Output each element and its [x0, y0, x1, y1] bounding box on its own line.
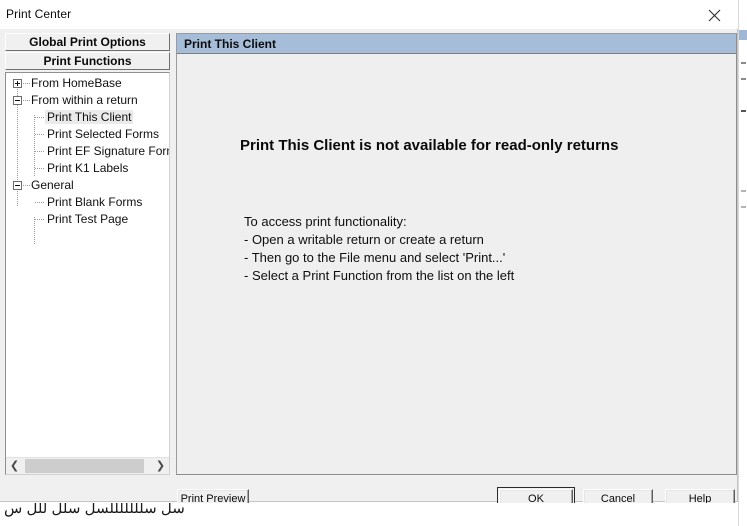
titlebar: Print Center	[0, 0, 738, 29]
close-icon[interactable]	[692, 0, 738, 29]
tree-connector	[35, 117, 44, 118]
instructions-block: To access print functionality: - Open a …	[244, 213, 514, 285]
background-text-line	[741, 78, 746, 80]
scroll-left-arrow-icon[interactable]: ❮	[6, 458, 23, 474]
tree-item-from-within-a-return[interactable]: From within a return	[6, 92, 169, 109]
scrollbar-thumb[interactable]	[25, 459, 144, 473]
tree-connector	[35, 219, 44, 220]
window-title: Print Center	[6, 7, 72, 21]
content-panel-header: Print This Client	[177, 34, 736, 54]
tree-connector	[35, 202, 44, 203]
background-text-line	[741, 206, 746, 208]
tree-horizontal-scrollbar[interactable]: ❮ ❯	[6, 457, 169, 474]
content-panel-body: Print This Client is not available for r…	[177, 55, 736, 474]
global-print-options-button[interactable]: Global Print Options	[5, 33, 170, 51]
background-window-sliver	[738, 0, 747, 526]
instruction-line: - Select a Print Function from the list …	[244, 268, 515, 283]
expander-minus-icon[interactable]	[13, 181, 22, 190]
tree-item-print-blank-forms[interactable]: Print Blank Forms	[6, 194, 169, 211]
background-text-line	[741, 62, 746, 64]
print-functions-panel: Global Print Options Print Functions Fro…	[5, 33, 170, 475]
background-text-line	[741, 190, 746, 192]
tree-item-print-selected-forms[interactable]: Print Selected Forms	[6, 126, 169, 143]
content-panel: Print This Client Print This Client is n…	[176, 33, 737, 475]
expander-plus-icon[interactable]	[13, 79, 22, 88]
instruction-line: - Open a writable return or create a ret…	[244, 232, 484, 247]
tree-item-print-test-page[interactable]: Print Test Page	[6, 211, 169, 228]
content-panel-title: Print This Client	[184, 37, 277, 51]
print-center-dialog: Print Center Global Print Options Print …	[0, 0, 738, 511]
unavailable-headline: Print This Client is not available for r…	[240, 137, 619, 154]
background-text-line	[741, 110, 746, 112]
print-functions-tree[interactable]: From HomeBase From within a return Print…	[5, 72, 170, 475]
scroll-right-arrow-icon[interactable]: ❯	[152, 458, 169, 474]
instruction-line: To access print functionality:	[244, 214, 407, 229]
print-functions-button[interactable]: Print Functions	[5, 52, 170, 70]
background-bottom-text: سل سلللللللسل سلل للل س	[4, 503, 185, 517]
tree-items-container: From HomeBase From within a return Print…	[6, 75, 169, 457]
tree-item-print-this-client[interactable]: Print This Client	[6, 109, 169, 126]
tree-item-general[interactable]: General	[6, 177, 169, 194]
instruction-line: - Then go to the File menu and select 'P…	[244, 250, 506, 265]
close-icon-glyph	[708, 9, 721, 22]
tree-item-print-k1-labels[interactable]: Print K1 Labels	[6, 160, 169, 177]
expander-minus-icon[interactable]	[13, 96, 22, 105]
tree-connector	[35, 151, 44, 152]
tree-connector	[35, 168, 44, 169]
tree-item-from-homebase[interactable]: From HomeBase	[6, 75, 169, 92]
background-window-bottom-text: سل سلللللللسل سلل للل س	[0, 503, 738, 526]
tree-connector	[23, 100, 30, 101]
tree-connector	[23, 185, 30, 186]
tree-connector	[23, 83, 30, 84]
tree-item-print-ef-signature-forms[interactable]: Print EF Signature Forms	[6, 143, 169, 160]
background-window-titlebar-strip	[739, 30, 747, 40]
tree-connector	[35, 134, 44, 135]
